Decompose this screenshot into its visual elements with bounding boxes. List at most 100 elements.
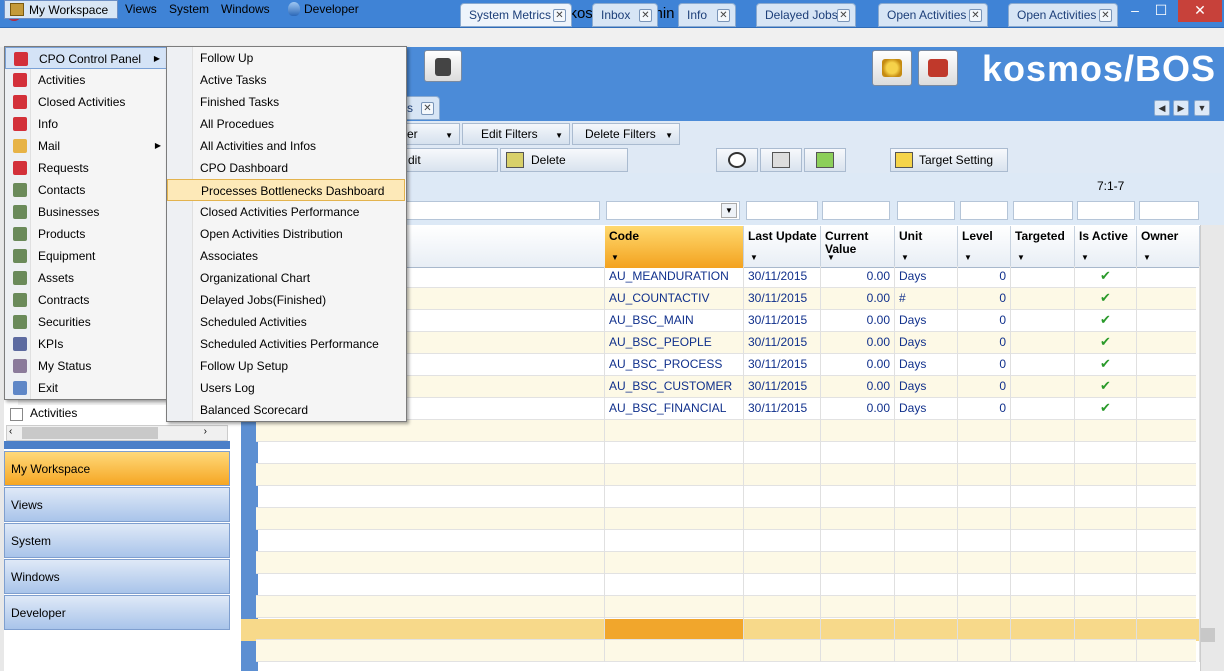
table-cell-last-update[interactable]: 30/11/2015 <box>744 266 821 288</box>
search-button[interactable] <box>716 148 758 172</box>
table-cell-owner[interactable] <box>1137 552 1200 574</box>
table-cell-targeted[interactable] <box>1011 332 1075 354</box>
table-cell-active[interactable]: ✔ <box>1075 332 1137 354</box>
table-cell-name[interactable] <box>256 574 605 596</box>
table-cell-code[interactable]: AU_BSC_MAIN <box>605 310 744 332</box>
table-cell-code[interactable]: AU_BSC_PROCESS <box>605 354 744 376</box>
vertical-scrollbar[interactable] <box>1200 225 1217 671</box>
tab-inbox[interactable]: Inbox ✕ <box>592 3 658 27</box>
table-cell-code[interactable] <box>605 574 744 596</box>
table-cell-level[interactable] <box>958 552 1011 574</box>
table-cell-name[interactable] <box>256 552 605 574</box>
nav-views[interactable]: Views <box>4 487 230 522</box>
filter-input-last-update[interactable] <box>746 201 818 220</box>
panel-splitter[interactable] <box>4 441 230 449</box>
table-cell-name[interactable] <box>256 442 605 464</box>
table-cell-targeted[interactable] <box>1011 618 1075 640</box>
filter-input-name[interactable] <box>390 201 600 220</box>
menu-views[interactable]: Views <box>122 0 160 19</box>
table-cell-level[interactable] <box>958 640 1011 662</box>
table-cell-last-update[interactable]: 30/11/2015 <box>744 398 821 420</box>
table-cell-value[interactable]: 0.00 <box>821 288 895 310</box>
nav-windows[interactable]: Windows <box>4 559 230 594</box>
table-cell-targeted[interactable] <box>1011 266 1075 288</box>
table-cell-last-update[interactable] <box>744 442 821 464</box>
table-cell-active[interactable]: ✔ <box>1075 310 1137 332</box>
menu-item-closed-activities-performance[interactable]: Closed Activities Performance <box>167 201 405 223</box>
table-cell-owner[interactable] <box>1137 640 1200 662</box>
column-header-code[interactable]: Code ▼ <box>605 226 744 268</box>
table-cell-code[interactable]: AU_MEANDURATION <box>605 266 744 288</box>
table-cell-unit[interactable]: # <box>895 288 958 310</box>
menu-item-all-activities-and-infos[interactable]: All Activities and Infos <box>167 135 405 157</box>
table-cell-owner[interactable] <box>1137 618 1200 640</box>
table-cell-unit[interactable]: Days <box>895 376 958 398</box>
table-cell-level[interactable] <box>958 420 1011 442</box>
menu-item-requests[interactable]: Requests <box>5 157 167 179</box>
table-cell-last-update[interactable] <box>744 618 821 640</box>
filter-input-targeted[interactable] <box>1013 201 1073 220</box>
table-cell-active[interactable] <box>1075 420 1137 442</box>
menu-item-exit[interactable]: Exit <box>5 377 167 399</box>
table-cell-level[interactable]: 0 <box>958 398 1011 420</box>
table-cell-unit[interactable] <box>895 442 958 464</box>
table-cell-active[interactable] <box>1075 464 1137 486</box>
menu-item-active-tasks[interactable]: Active Tasks <box>167 69 405 91</box>
table-cell-last-update[interactable] <box>744 596 821 618</box>
menu-item-products[interactable]: Products <box>5 223 167 245</box>
table-cell-unit[interactable] <box>895 618 958 640</box>
table-cell-code[interactable] <box>605 530 744 552</box>
table-row[interactable] <box>256 640 1200 662</box>
table-cell-code[interactable] <box>605 552 744 574</box>
table-cell-code[interactable] <box>605 508 744 530</box>
table-cell-name[interactable] <box>256 618 605 640</box>
table-cell-value[interactable]: 0.00 <box>821 376 895 398</box>
scrollbar-thumb[interactable] <box>1201 628 1215 642</box>
table-cell-code[interactable] <box>605 640 744 662</box>
print-button[interactable] <box>760 148 802 172</box>
table-cell-targeted[interactable] <box>1011 354 1075 376</box>
table-cell-owner[interactable] <box>1137 354 1200 376</box>
menu-item-businesses[interactable]: Businesses <box>5 201 167 223</box>
table-cell-unit[interactable]: Days <box>895 310 958 332</box>
table-row[interactable] <box>256 464 1200 486</box>
close-tab-icon[interactable]: ✕ <box>553 9 566 22</box>
menu-item-balanced-scorecard[interactable]: Balanced Scorecard <box>167 399 405 421</box>
table-row[interactable] <box>256 574 1200 596</box>
close-button[interactable]: ✕ <box>1178 0 1222 22</box>
table-cell-value[interactable]: 0.00 <box>821 266 895 288</box>
table-cell-value[interactable] <box>821 596 895 618</box>
table-cell-owner[interactable] <box>1137 398 1200 420</box>
menu-item-my-status[interactable]: My Status <box>5 355 167 377</box>
table-cell-name[interactable] <box>256 596 605 618</box>
table-row[interactable] <box>256 618 1200 640</box>
table-cell-level[interactable] <box>958 574 1011 596</box>
table-cell-unit[interactable] <box>895 596 958 618</box>
table-cell-code[interactable]: AU_BSC_PEOPLE <box>605 332 744 354</box>
table-cell-level[interactable] <box>958 486 1011 508</box>
table-cell-active[interactable] <box>1075 530 1137 552</box>
table-row[interactable] <box>256 552 1200 574</box>
table-cell-unit[interactable] <box>895 508 958 530</box>
table-cell-code[interactable]: AU_COUNTACTIV <box>605 288 744 310</box>
table-cell-last-update[interactable] <box>744 530 821 552</box>
column-header-unit[interactable]: Unit ▼ <box>895 226 958 268</box>
table-cell-active[interactable]: ✔ <box>1075 266 1137 288</box>
table-cell-active[interactable] <box>1075 640 1137 662</box>
table-cell-last-update[interactable] <box>744 552 821 574</box>
table-cell-owner[interactable] <box>1137 332 1200 354</box>
maximize-button[interactable]: ☐ <box>1150 0 1172 22</box>
table-cell-value[interactable] <box>821 464 895 486</box>
table-cell-unit[interactable]: Days <box>895 332 958 354</box>
menu-item-delayed-jobs-finished[interactable]: Delayed Jobs(Finished) <box>167 289 405 311</box>
menu-item-assets[interactable]: Assets <box>5 267 167 289</box>
menu-item-all-procedues[interactable]: All Procedues <box>167 113 405 135</box>
menu-item-cpo-dashboard[interactable]: CPO Dashboard <box>167 157 405 179</box>
table-cell-owner[interactable] <box>1137 288 1200 310</box>
filter-input-level[interactable] <box>960 201 1008 220</box>
table-cell-value[interactable]: 0.00 <box>821 354 895 376</box>
menu-item-open-activities-distribution[interactable]: Open Activities Distribution <box>167 223 405 245</box>
delete-button[interactable]: Delete <box>500 148 628 172</box>
table-cell-active[interactable] <box>1075 596 1137 618</box>
tab-menu-icon[interactable]: ▼ <box>1194 100 1210 116</box>
